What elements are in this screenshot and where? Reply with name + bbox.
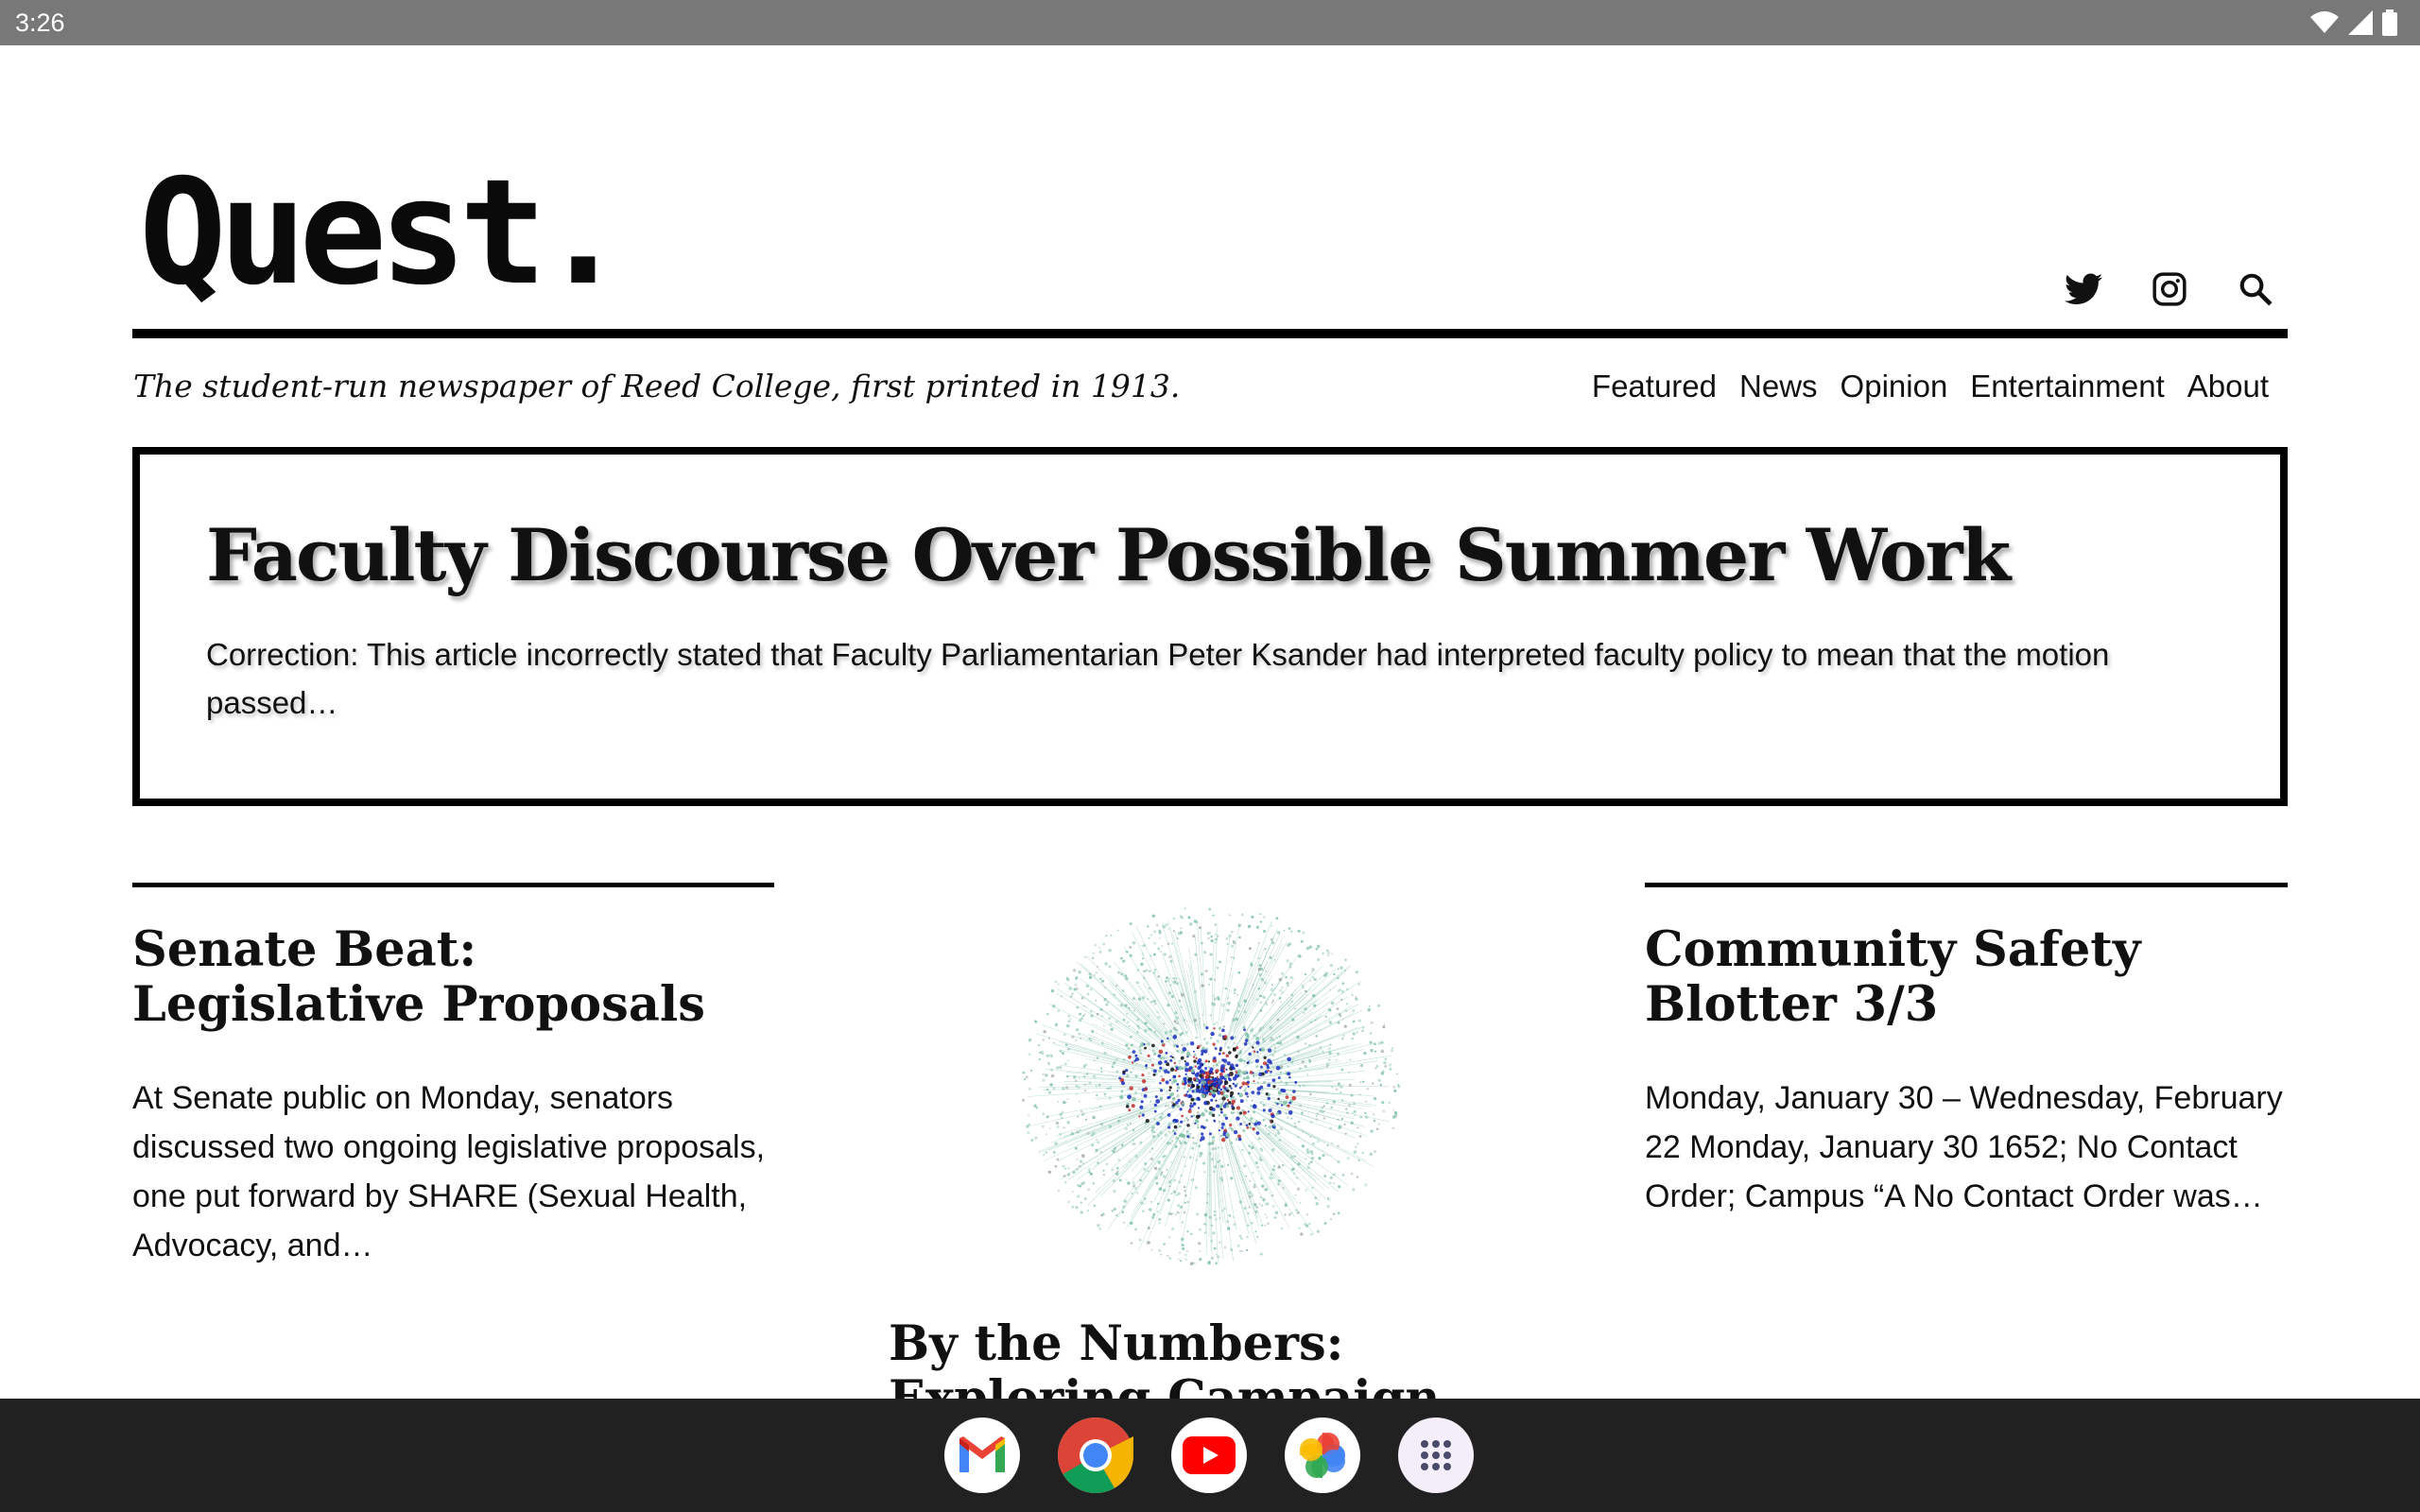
status-time: 3:26 — [15, 9, 65, 37]
featured-title[interactable]: Faculty Discourse Over Possible Summer W… — [206, 513, 2011, 597]
main-nav: Featured News Opinion Entertainment Abou… — [1592, 369, 2269, 404]
article-excerpt: Monday, January 30 – Wednesday, February… — [1645, 1080, 2283, 1214]
system-icons — [2310, 9, 2397, 36]
nav-featured[interactable]: Featured — [1592, 369, 1717, 404]
app-dock — [0, 1399, 2420, 1512]
youtube-icon[interactable] — [1171, 1418, 1247, 1493]
column-rule-right — [1645, 883, 2288, 887]
chrome-icon[interactable] — [1058, 1418, 1133, 1493]
wifi-icon — [2310, 11, 2339, 33]
featured-excerpt: Correction: This article incorrectly sta… — [206, 637, 2110, 720]
status-bar: 3:26 — [0, 0, 2420, 45]
nav-news[interactable]: News — [1739, 369, 1818, 404]
search-icon[interactable] — [2235, 268, 2276, 310]
twitter-icon[interactable] — [2063, 268, 2104, 310]
network-graph-nodes — [1022, 907, 1401, 1265]
site-tagline: The student-run newspaper of Reed Colleg… — [133, 368, 1181, 404]
column-rule-left — [132, 883, 774, 887]
nav-about[interactable]: About — [2187, 369, 2269, 404]
nav-opinion[interactable]: Opinion — [1841, 369, 1948, 404]
battery-icon — [2382, 9, 2397, 36]
site-logo[interactable]: Quest. — [139, 161, 627, 306]
article-title[interactable]: Senate Beat: Legislative Proposals — [132, 922, 775, 1032]
signal-icon — [2348, 10, 2373, 35]
masthead-rule — [132, 329, 2288, 338]
instagram-icon[interactable] — [2149, 268, 2190, 310]
web-page: Quest. The student-run newspaper of Reed… — [0, 45, 2420, 1399]
gmail-icon[interactable] — [944, 1418, 1020, 1493]
article-title[interactable]: Community Safety Blotter 3/3 — [1645, 922, 2297, 1032]
photos-icon[interactable] — [1285, 1418, 1360, 1493]
article-title[interactable]: By the Numbers: Exploring Campaign — [889, 1316, 1456, 1399]
app-drawer-icon[interactable] — [1398, 1418, 1474, 1493]
network-graph-image[interactable] — [1016, 891, 1404, 1279]
featured-article[interactable]: Faculty Discourse Over Possible Summer W… — [132, 447, 2288, 806]
dock-icons — [944, 1418, 1474, 1493]
nav-entertainment[interactable]: Entertainment — [1970, 369, 2164, 404]
article-excerpt: At Senate public on Monday, senators dis… — [132, 1080, 766, 1263]
header-social-icons — [2063, 268, 2276, 310]
